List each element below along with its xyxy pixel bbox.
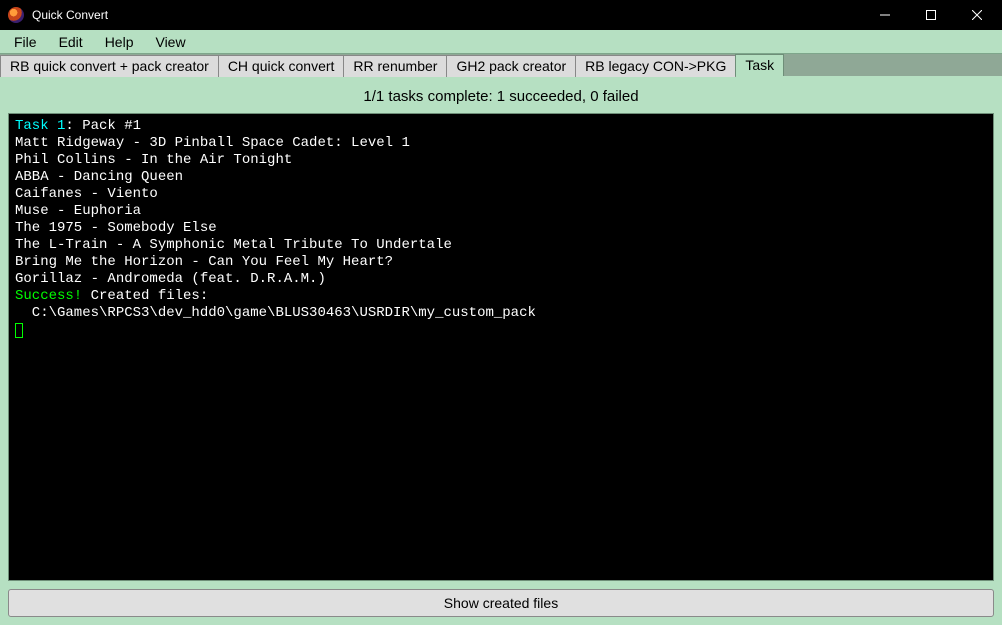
maximize-button[interactable]: [908, 0, 954, 30]
maximize-icon: [926, 10, 936, 20]
window-title: Quick Convert: [32, 8, 862, 22]
close-icon: [972, 10, 982, 20]
client-area: 1/1 tasks complete: 1 succeeded, 0 faile…: [0, 76, 1002, 625]
show-created-files-button[interactable]: Show created files: [8, 589, 994, 617]
window-controls: [862, 0, 1000, 30]
tab-rb-quick-convert[interactable]: RB quick convert + pack creator: [0, 55, 219, 77]
close-button[interactable]: [954, 0, 1000, 30]
tab-rr-renumber[interactable]: RR renumber: [343, 55, 447, 77]
tab-gh2-pack-creator[interactable]: GH2 pack creator: [446, 55, 576, 77]
titlebar: Quick Convert: [0, 0, 1002, 30]
bottom-button-bar: Show created files: [8, 581, 994, 617]
minimize-button[interactable]: [862, 0, 908, 30]
app-window: Quick Convert File Edit Help View RB qui…: [0, 0, 1002, 625]
menu-view[interactable]: View: [145, 32, 195, 52]
app-icon: [8, 7, 24, 23]
tab-ch-quick-convert[interactable]: CH quick convert: [218, 55, 345, 77]
menubar: File Edit Help View: [0, 30, 1002, 54]
minimize-icon: [880, 10, 890, 20]
task-status-text: 1/1 tasks complete: 1 succeeded, 0 faile…: [8, 82, 994, 113]
tab-rb-legacy-con-pkg[interactable]: RB legacy CON->PKG: [575, 55, 736, 77]
terminal-output[interactable]: Task 1: Pack #1 Matt Ridgeway - 3D Pinba…: [8, 113, 994, 581]
tab-task[interactable]: Task: [735, 54, 784, 76]
menu-edit[interactable]: Edit: [49, 32, 93, 52]
menu-help[interactable]: Help: [95, 32, 144, 52]
tabstrip: RB quick convert + pack creator CH quick…: [0, 54, 1002, 76]
menu-file[interactable]: File: [4, 32, 47, 52]
